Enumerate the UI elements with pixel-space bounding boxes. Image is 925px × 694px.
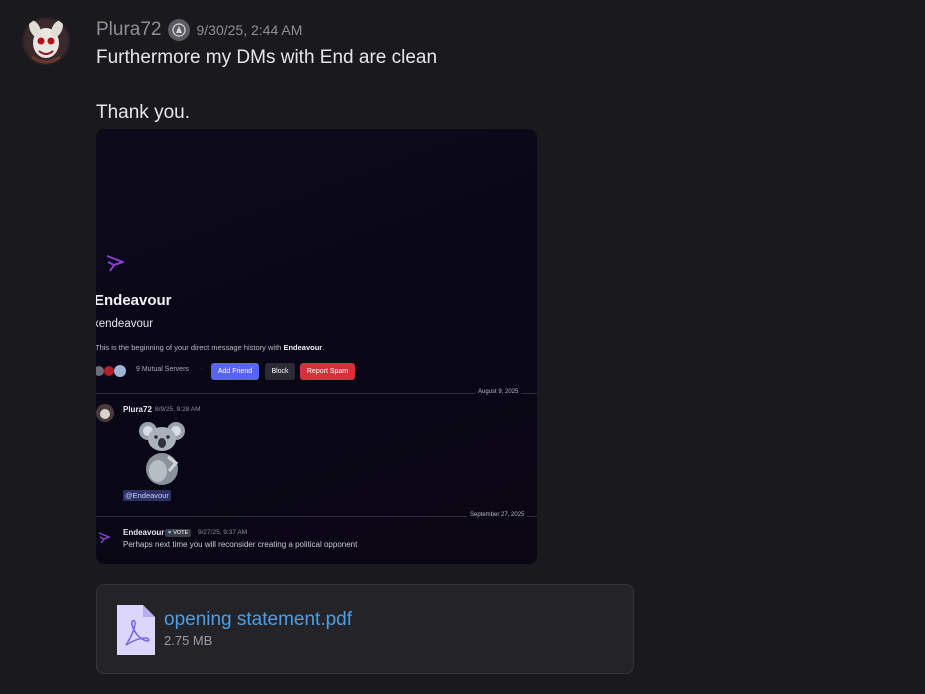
heart-icon: ♥ bbox=[168, 530, 172, 536]
dm-message-author: Plura72 bbox=[123, 405, 152, 414]
date-divider-label: September 27, 2025 bbox=[467, 512, 528, 518]
endeavour-logo-icon bbox=[106, 255, 124, 272]
dm-avatar-plura bbox=[96, 404, 114, 422]
dm-message-time: 9/27/25, 9:37 AM bbox=[198, 529, 248, 536]
user-avatar[interactable] bbox=[22, 17, 70, 65]
date-divider-label: August 9, 2025 bbox=[475, 389, 522, 395]
dm-profile-handle: xendeavour bbox=[96, 318, 154, 330]
pdf-file-icon bbox=[117, 605, 155, 660]
report-spam-button: Report Spam bbox=[300, 363, 355, 380]
vote-tag: ♥ VOTE bbox=[165, 529, 192, 537]
user-mention: @Endeavour bbox=[123, 490, 171, 501]
dm-message-text: Perhaps next time you will reconsider cr… bbox=[123, 540, 358, 549]
separator-dot: · bbox=[200, 365, 203, 372]
koala-sticker-icon bbox=[139, 422, 185, 485]
file-size: 2.75 MB bbox=[164, 633, 213, 648]
add-friend-button: Add Friend bbox=[211, 363, 259, 380]
message-timestamp[interactable]: 9/30/25, 2:44 AM bbox=[197, 22, 303, 38]
date-divider bbox=[96, 393, 537, 394]
server-tag-icon[interactable] bbox=[167, 19, 190, 41]
endeavour-small-logo-icon bbox=[98, 532, 110, 544]
message-text-line: Furthermore my DMs with End are clean bbox=[96, 47, 438, 68]
mutual-server-icons bbox=[96, 365, 126, 377]
block-button: Block bbox=[265, 363, 295, 380]
dm-profile-name: Endeavour bbox=[96, 292, 172, 309]
message-header: Plura72 9/30/25, 2:44 AM bbox=[96, 18, 302, 42]
dm-message-author: Endeavour bbox=[123, 528, 165, 537]
file-name-link[interactable]: opening statement.pdf bbox=[164, 609, 352, 631]
message-text-line: Thank you. bbox=[96, 102, 190, 123]
username[interactable]: Plura72 bbox=[96, 19, 162, 41]
embedded-image[interactable]: Endeavour xendeavour This is the beginni… bbox=[96, 129, 537, 564]
dm-history-intro: This is the beginning of your direct mes… bbox=[96, 343, 325, 352]
dm-message-time: 8/9/25, 9:28 AM bbox=[155, 406, 201, 413]
file-attachment: opening statement.pdf 2.75 MB bbox=[96, 584, 634, 674]
mutual-servers-label: 9 Mutual Servers bbox=[136, 366, 189, 373]
